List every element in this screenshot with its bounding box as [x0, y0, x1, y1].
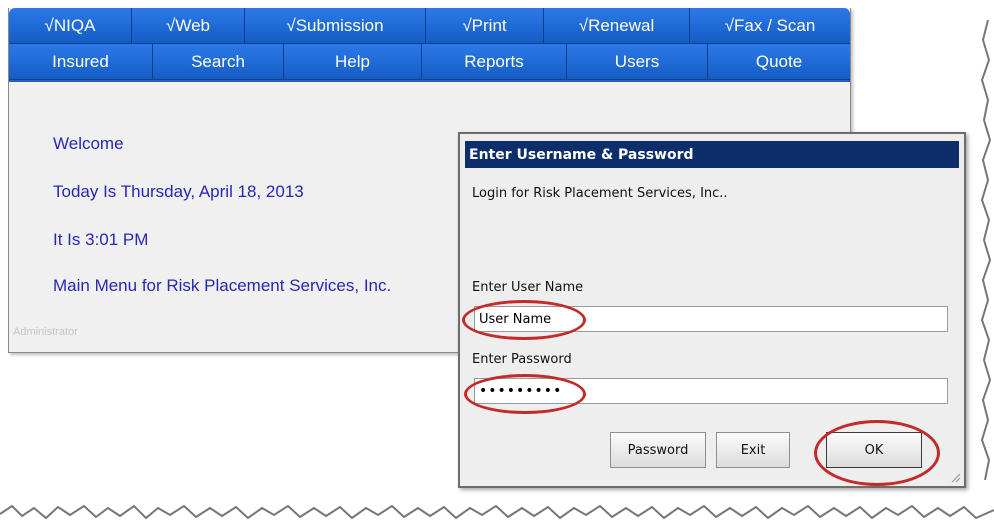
nav-submission[interactable]: √Submission — [245, 8, 426, 44]
username-label: Enter User Name — [472, 280, 584, 295]
password-label: Enter Password — [472, 352, 572, 367]
nav-quote[interactable]: Quote — [708, 44, 850, 80]
nav-users[interactable]: Users — [567, 44, 708, 80]
nav-help[interactable]: Help — [284, 44, 422, 80]
nav-renewal[interactable]: √Renewal — [544, 8, 690, 44]
ok-button[interactable]: OK — [826, 432, 922, 468]
main-menu-title: Main Menu for Risk Placement Services, I… — [53, 276, 392, 295]
username-input[interactable] — [474, 306, 948, 332]
password-input[interactable] — [474, 378, 948, 404]
nav-search[interactable]: Search — [153, 44, 284, 80]
nav-row-secondary: Insured Search Help Reports Users Quote — [9, 44, 850, 82]
nav-print[interactable]: √Print — [426, 8, 544, 44]
nav-reports[interactable]: Reports — [422, 44, 567, 80]
nav-niqa[interactable]: √NIQA — [9, 8, 132, 44]
login-dialog: Enter Username & Password Login for Risk… — [458, 132, 966, 488]
nav-web[interactable]: √Web — [132, 8, 245, 44]
dialog-title: Enter Username & Password — [465, 141, 959, 168]
nav-fax-scan[interactable]: √Fax / Scan — [690, 8, 850, 44]
admin-label: Administrator — [13, 326, 78, 338]
torn-edge-right-icon — [980, 20, 992, 480]
login-company-text: Login for Risk Placement Services, Inc.. — [472, 186, 728, 201]
torn-edge-bottom-icon — [0, 504, 994, 520]
resize-grip-icon[interactable] — [949, 471, 961, 483]
welcome-time: It Is 3:01 PM — [53, 230, 149, 249]
nav-row-primary: √NIQA √Web √Submission √Print √Renewal √… — [9, 8, 850, 44]
welcome-date: Today Is Thursday, April 18, 2013 — [53, 182, 304, 201]
exit-button[interactable]: Exit — [716, 432, 790, 468]
welcome-greeting: Welcome — [53, 134, 124, 153]
nav-insured[interactable]: Insured — [9, 44, 153, 80]
password-button[interactable]: Password — [610, 432, 706, 468]
